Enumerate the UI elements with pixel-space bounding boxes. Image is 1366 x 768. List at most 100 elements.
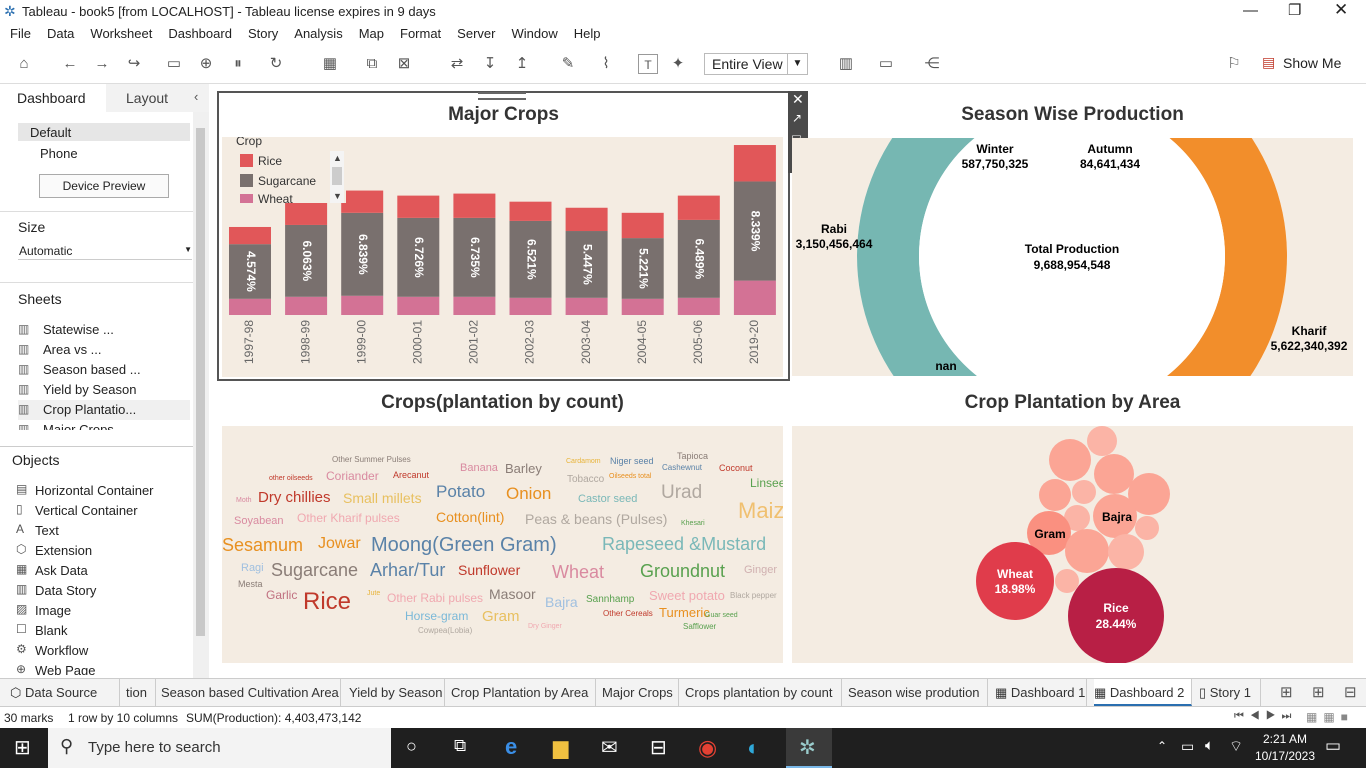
word-cloud-word[interactable]: Coconut [719, 464, 753, 473]
word-cloud-word[interactable]: Rapeseed &Mustard [602, 535, 766, 553]
bar-wheat[interactable] [621, 298, 664, 315]
chart-type-icon[interactable]: ▥ [836, 54, 856, 74]
object-item[interactable]: A Text [16, 521, 186, 541]
tab-layout[interactable]: Layout ‹ [106, 84, 209, 112]
word-cloud-word[interactable]: Ginger [744, 565, 777, 576]
cortana-icon[interactable]: ○ [406, 736, 417, 757]
word-cloud-word[interactable]: Guar seed [705, 612, 738, 619]
bubble[interactable] [1108, 534, 1144, 570]
word-cloud-word[interactable]: Jute [367, 590, 380, 597]
presentation-icon[interactable]: ▭ [876, 54, 896, 74]
edge-icon[interactable]: ◐ [747, 735, 760, 761]
taskbar-search[interactable]: ⚲ Type here to search [48, 728, 391, 768]
word-cloud-word[interactable]: Safflower [683, 623, 716, 631]
object-item[interactable]: ▥ Data Story [16, 581, 186, 601]
bubble-wheat[interactable] [976, 542, 1054, 620]
scrollbar-thumb[interactable] [196, 128, 205, 636]
bar-rice[interactable] [565, 207, 608, 232]
menu-file[interactable]: File [10, 24, 31, 44]
word-cloud-word[interactable]: Mesta [238, 580, 263, 589]
mail-icon[interactable]: ✉ [601, 735, 618, 760]
word-cloud-word[interactable]: Linseed [750, 477, 783, 489]
redo-icon[interactable]: ↪ [124, 54, 144, 74]
sheet-item[interactable]: ▥ Major Crops [18, 420, 190, 430]
word-cloud-word[interactable]: Coriander [326, 470, 379, 482]
word-cloud-word[interactable]: Masoor [489, 587, 536, 601]
task-view-icon[interactable]: ⧉ [454, 736, 466, 756]
menu-data[interactable]: Data [47, 24, 74, 44]
word-cloud-word[interactable]: Sunflower [458, 563, 520, 577]
sort-desc-icon[interactable]: ↥ [512, 54, 532, 74]
sheet-item[interactable]: ▥ Season based ... [18, 360, 190, 380]
word-cloud-word[interactable]: other oilseeds [269, 475, 313, 482]
bar-wheat[interactable] [285, 296, 328, 315]
word-cloud-word[interactable]: Tobacco [567, 475, 604, 485]
word-cloud-word[interactable]: Oilseeds total [609, 473, 651, 480]
bubble[interactable] [1065, 529, 1109, 573]
refresh-icon[interactable]: ↻ [266, 54, 286, 74]
wifi-icon[interactable]: ⌔ [1229, 737, 1243, 756]
object-item[interactable]: ⊕ Web Page [16, 661, 186, 675]
word-cloud-word[interactable]: Other Cereals [603, 610, 653, 618]
word-cloud-word[interactable]: Sweet potato [649, 589, 725, 602]
word-cloud-word[interactable]: Cardamom [566, 458, 601, 465]
word-cloud-word[interactable]: Arhar/Tur [370, 561, 445, 579]
object-item[interactable]: ▤ Horizontal Container [16, 481, 186, 501]
sheet-item[interactable]: ▥ Statewise ... [18, 320, 190, 340]
bubble[interactable] [1055, 569, 1079, 593]
file-explorer-icon[interactable]: ▆ [553, 735, 568, 760]
bubble-chart[interactable]: Bajra Gram Wheat 18.98% Rice 28.44% [792, 426, 1353, 663]
word-cloud-word[interactable]: Bajra [545, 595, 578, 609]
sheet-tab[interactable]: Crop Plantation by Area [451, 679, 596, 706]
bar-rice[interactable] [621, 212, 664, 239]
size-select[interactable]: Automatic ▼ [18, 242, 192, 260]
bar-wheat[interactable] [565, 297, 608, 315]
drag-handle[interactable] [478, 92, 526, 100]
tableau-taskbar-button[interactable]: ✲ [786, 728, 832, 768]
sheet-item[interactable]: ▥ Crop Plantatio... [18, 400, 190, 420]
word-cloud-word[interactable]: Sannhamp [586, 595, 634, 605]
sheet-tab[interactable]: Major Crops [602, 679, 679, 706]
bubble[interactable] [1039, 479, 1071, 511]
sheet-tab[interactable]: ▦ Dashboard 2 [1094, 679, 1192, 706]
menu-worksheet[interactable]: Worksheet [90, 24, 152, 44]
word-cloud-word[interactable]: Soyabean [234, 516, 284, 527]
collapse-icon[interactable]: ‹ [194, 89, 198, 104]
word-cloud-word[interactable]: Groundnut [640, 562, 725, 580]
duplicate-icon[interactable]: ⧉ [362, 54, 382, 74]
show-me-button[interactable]: Show Me [1283, 55, 1341, 71]
text-icon[interactable]: T [638, 54, 658, 74]
word-cloud-word[interactable]: Cowpea(Lobia) [418, 627, 472, 635]
scrollbar[interactable] [193, 112, 209, 678]
bar-rice[interactable] [397, 195, 440, 218]
menu-story[interactable]: Story [248, 24, 278, 44]
bar-rice[interactable] [677, 195, 720, 220]
word-cloud-word[interactable]: Gram [482, 609, 520, 624]
word-cloud-word[interactable]: Barley [505, 462, 542, 475]
clock-date[interactable]: 10/17/2023 [1254, 749, 1316, 763]
device-phone[interactable]: Phone [40, 146, 78, 161]
new-story-icon[interactable]: ⊟ [1344, 683, 1357, 701]
wordcloud-panel[interactable]: Other Summer Pulses Tapioca Banana Barley Ca… [222, 426, 783, 663]
paintbrush-icon[interactable]: ⚐ [1224, 54, 1244, 74]
new-worksheet-icon[interactable]: ⊞ [1280, 683, 1293, 701]
object-item[interactable]: ⚙ Workflow [16, 641, 186, 661]
clear-icon[interactable]: ⊠ [394, 54, 414, 74]
bubble-rice[interactable] [1068, 568, 1164, 663]
bubble[interactable] [1094, 454, 1134, 494]
word-cloud-word[interactable]: Cashewnut [662, 464, 702, 472]
object-item[interactable]: ☐ Blank [16, 621, 186, 641]
word-cloud-word[interactable]: Small millets [343, 491, 422, 505]
notification-icon[interactable]: ▭ [1325, 736, 1341, 756]
sort-asc-icon[interactable]: ↧ [480, 54, 500, 74]
object-item[interactable]: ▦ Ask Data [16, 561, 186, 581]
pin-icon[interactable]: ✦ [668, 54, 688, 74]
bar-rice[interactable] [509, 201, 552, 221]
back-icon[interactable]: ← [60, 54, 80, 74]
word-cloud-word[interactable]: Wheat [552, 563, 604, 581]
word-cloud-word[interactable]: Tapioca [677, 452, 708, 461]
legend-label-sugarcane[interactable]: Sugarcane [258, 174, 316, 188]
windows-start-icon[interactable]: ⊞ [14, 735, 31, 760]
view-toggle-icons[interactable]: ▦▦■ [1306, 710, 1354, 724]
share-icon[interactable]: ⋲ [922, 54, 942, 74]
